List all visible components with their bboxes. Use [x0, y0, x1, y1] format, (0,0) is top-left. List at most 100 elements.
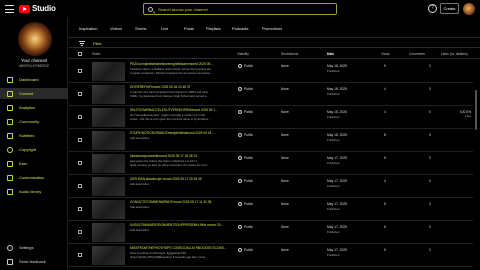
video-thumbnail[interactable]	[92, 223, 125, 242]
table-row[interactable]: MISSFROMTHEPHOTHOPE CONSOOALLM RBOODSE E…	[69, 244, 473, 267]
table-row[interactable]: UNDOCRNWMENTBONMENTSSUPPERSEMN NMe recor…	[69, 221, 473, 244]
tab-promotions[interactable]: Promotions	[262, 26, 282, 31]
row-checkbox[interactable]	[78, 161, 82, 165]
column-restrictions[interactable]: Restrictions	[281, 52, 298, 56]
visibility-value[interactable]: Public	[244, 87, 253, 91]
row-checkbox[interactable]	[78, 115, 82, 119]
row-checkbox[interactable]	[78, 207, 82, 211]
row-checkbox[interactable]	[78, 69, 82, 73]
studio-logo[interactable]: Studio	[19, 4, 56, 13]
sidebar-item-copyright[interactable]: Copyright	[0, 144, 68, 155]
column-likes[interactable]: Likes (vs. dislikes)	[441, 52, 468, 56]
public-icon	[238, 202, 242, 206]
scrollbar[interactable]	[474, 60, 478, 270]
video-title[interactable]: CONVICTECOMMENMRNNTrecord 2025 05 17 11 …	[130, 200, 240, 204]
video-title[interactable]: STUPIDNOTIGNORANCEmeniplehtelaimnod 2025…	[130, 131, 240, 135]
date-value: May 17, 2025	[327, 248, 347, 252]
channel-title: Your channel	[20, 58, 48, 63]
likes-count: 1 like	[464, 115, 471, 118]
content-icon	[7, 90, 13, 97]
search-placeholder: Search across your channel	[158, 6, 208, 12]
sidebar-item-label: Send feedback	[19, 259, 46, 264]
video-title[interactable]: GER MAN ideadmojer record 2025 05 17 15 …	[130, 177, 240, 181]
video-description: complex conspiracy, Rasolo's background,…	[130, 71, 213, 75]
account-avatar[interactable]	[463, 3, 475, 15]
visibility-value[interactable]: Public	[244, 179, 253, 183]
public-icon	[238, 110, 242, 114]
visibility-value[interactable]: Public	[244, 133, 253, 137]
sidebar-item-audio-library[interactable]: Audio library	[0, 186, 68, 197]
create-button[interactable]: Create	[440, 3, 459, 14]
tab-podcasts[interactable]: Podcasts	[232, 26, 248, 31]
column-views[interactable]: Views	[381, 52, 390, 56]
table-row[interactable]: DIVREREFIKPrecord 2025 05 18 20 48 37 In …	[69, 83, 473, 106]
row-checkbox[interactable]	[78, 184, 82, 188]
scrollbar-thumb[interactable]	[475, 90, 477, 130]
select-all-checkbox[interactable]	[78, 52, 82, 56]
table-row[interactable]: SHUTDOWNNACCELEGUTVERDEHERMrecord 2025 0…	[69, 106, 473, 129]
visibility-value[interactable]: Public	[244, 156, 253, 160]
table-row[interactable]: GER MAN ideadmojer record 2025 05 17 15 …	[69, 175, 473, 198]
visibility-value[interactable]: Public	[244, 64, 253, 68]
column-comments[interactable]: Comments	[409, 52, 425, 56]
views-value: 8	[384, 225, 386, 229]
tab-shorts[interactable]: Shorts	[135, 26, 147, 31]
video-title[interactable]: DIVREREFIKPrecord 2025 05 18 20 48 37	[130, 85, 240, 89]
comments-value: 0	[429, 64, 431, 68]
video-thumbnail[interactable]	[92, 154, 125, 173]
sidebar-item-community[interactable]: Community	[0, 116, 68, 127]
column-video: Video	[92, 52, 101, 56]
visibility-value[interactable]: Public	[244, 110, 253, 114]
video-title[interactable]: idontwanayouresellexcord 2025 05 17 18 3…	[130, 154, 240, 158]
restrictions-value: None	[281, 87, 289, 91]
views-value: 5	[384, 248, 386, 252]
video-thumbnail[interactable]	[92, 62, 125, 81]
row-checkbox[interactable]	[78, 253, 82, 257]
video-thumbnail[interactable]	[92, 177, 125, 196]
sidebar-item-analytics[interactable]: Analytics	[0, 102, 68, 113]
video-thumbnail[interactable]	[92, 131, 125, 150]
video-thumbnail[interactable]	[92, 246, 125, 265]
filter-icon	[79, 41, 85, 46]
sidebar-item-content[interactable]: Content	[0, 88, 68, 99]
video-title[interactable]: MISSFROMTHEPHOTHOPE CONSOOALLM RBOODSE E…	[130, 246, 240, 250]
tab-videos[interactable]: Videos	[110, 26, 122, 31]
channel-avatar[interactable]	[18, 22, 52, 56]
video-thumbnail[interactable]	[92, 200, 125, 219]
video-title[interactable]: UNDOCRNWMENTBONMENTSSUPPERSEMN NMe recor…	[130, 223, 240, 227]
sidebar-item-settings[interactable]: Settings	[0, 242, 68, 253]
tab-posts[interactable]: Posts	[184, 26, 194, 31]
video-title[interactable]: PE21\completelaestheticmeneghettiaumento…	[130, 62, 240, 66]
app-name: Studio	[32, 4, 56, 13]
table-row[interactable]: CONVICTECOMMENMRNNTrecord 2025 05 17 11 …	[69, 198, 473, 221]
sidebar-item-earn[interactable]: Earn	[0, 158, 68, 169]
visibility-value[interactable]: Public	[244, 248, 253, 252]
filter-bar[interactable]: Filter	[69, 38, 480, 48]
video-thumbnail[interactable]	[92, 108, 125, 127]
video-thumbnail[interactable]	[92, 85, 125, 104]
gear-icon	[7, 244, 13, 251]
table-row[interactable]: STUPIDNOTIGNORANCEmeniplehtelaimnod 2025…	[69, 129, 473, 152]
search-input[interactable]: Search across your channel	[143, 3, 337, 15]
table-row[interactable]: PE21\completelaestheticmeneghettiaumento…	[69, 60, 473, 83]
sidebar-item-send-feedback[interactable]: Send feedback	[0, 256, 68, 267]
menu-icon[interactable]	[5, 5, 14, 13]
video-title[interactable]: SHUTDOWNNACCELEGUTVERDEHERMrecord 2025 0…	[130, 108, 240, 112]
tab-inspiration[interactable]: Inspiration	[79, 26, 97, 31]
row-checkbox[interactable]	[78, 92, 82, 96]
sidebar-item-customization[interactable]: Customization	[0, 172, 68, 183]
comments-value: 0	[429, 225, 431, 229]
visibility-value[interactable]: Public	[244, 202, 253, 206]
tab-playlists[interactable]: Playlists	[206, 26, 221, 31]
table-row[interactable]: idontwanayouresellexcord 2025 05 17 18 3…	[69, 152, 473, 175]
visibility-value[interactable]: Public	[244, 225, 253, 229]
column-date[interactable]: Date	[327, 52, 334, 56]
row-checkbox[interactable]	[78, 230, 82, 234]
sidebar-item-subtitles[interactable]: Subtitles	[0, 130, 68, 141]
sidebar-item-dashboard[interactable]: Dashboard	[0, 74, 68, 85]
date-value: May 17, 2025	[327, 202, 347, 206]
help-icon[interactable]: ?	[428, 4, 437, 13]
row-checkbox[interactable]	[78, 138, 82, 142]
column-visibility[interactable]: Visibility	[237, 52, 249, 56]
tab-live[interactable]: Live	[161, 26, 168, 31]
